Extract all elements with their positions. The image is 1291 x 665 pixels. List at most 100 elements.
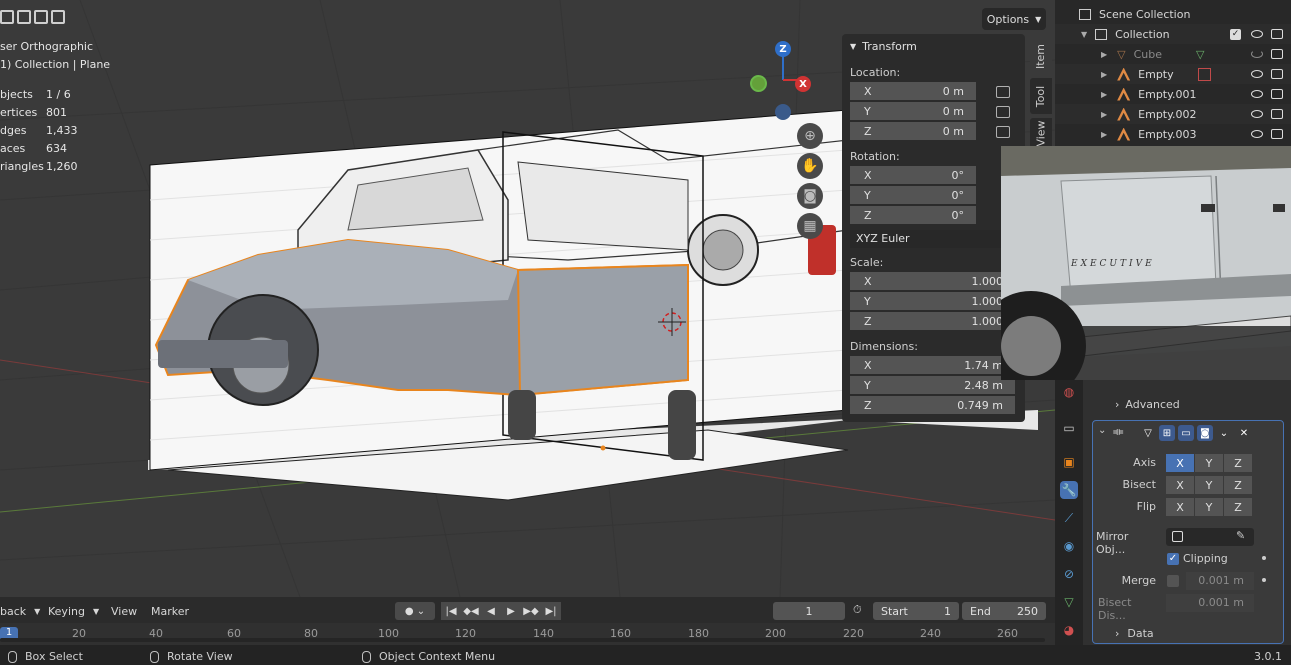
bisect-y-toggle[interactable]: Y [1195,476,1223,494]
gizmo-z-axis[interactable]: Z [775,41,791,57]
keyframe-dot-icon[interactable] [1262,556,1266,560]
lock-icon[interactable] [996,126,1010,138]
camera-icon[interactable] [1271,29,1283,39]
timeline-scrollbar[interactable] [0,638,1045,642]
rotation-y-field[interactable]: Y 0° [850,186,976,204]
lock-icon[interactable] [996,106,1010,118]
eye-closed-icon[interactable] [1251,50,1263,58]
close-icon[interactable]: ✕ [1236,425,1252,441]
tab-item[interactable]: Item [1030,36,1052,76]
scale-z-field[interactable]: Z 1.000 [850,312,1015,330]
constraints-icon[interactable]: ⊘ [1060,565,1078,583]
outliner-item-cube[interactable]: ▶ ▽ Cube ▽ [1055,44,1291,64]
keyframe-dot-icon[interactable] [1262,578,1266,582]
edit-mode-icon[interactable]: ▽ [1140,425,1156,441]
eye-icon[interactable] [1251,110,1263,118]
axis-x-toggle[interactable]: X [1166,454,1194,472]
chevron-down-icon[interactable]: ⌄ [1098,425,1106,436]
location-x-field[interactable]: X0 m [850,82,976,100]
bisect-z-toggle[interactable]: Z [1224,476,1252,494]
camera-icon[interactable] [1271,129,1283,139]
scale-y-field[interactable]: Y 1.000 [850,292,1015,310]
prev-keyframe-icon[interactable]: ◆◀ [461,602,481,620]
flip-z-toggle[interactable]: Z [1224,498,1252,516]
gizmo-z-negative[interactable] [775,104,791,120]
viewport-display-icon[interactable]: ▭ [1178,425,1194,441]
eye-icon[interactable] [1251,90,1263,98]
chevron-right-icon[interactable]: ▶ [1101,50,1107,59]
bisect-distance-field[interactable]: 0.001 m [1166,594,1254,612]
object-icon[interactable]: ▣ [1060,453,1078,471]
camera-icon[interactable] [1271,89,1283,99]
select-subtract-icon[interactable] [34,10,48,24]
stopwatch-icon[interactable]: ⏱ [853,603,862,617]
axis-z-toggle[interactable]: Z [1224,454,1252,472]
collection-icon[interactable]: ▭ [1060,419,1078,437]
dimensions-z-field[interactable]: Z 0.749 m [850,396,1015,414]
outliner-item-empty-003[interactable]: ▶ Empty.003 [1055,124,1291,144]
world-icon[interactable]: ◍ [1060,383,1078,401]
chevron-down-icon[interactable]: ▼ [1081,30,1087,39]
gizmo-y-negative[interactable] [750,75,767,92]
location-y-field[interactable]: Y0 m [850,102,976,120]
outliner-item-empty-002[interactable]: ▶ Empty.002 [1055,104,1291,124]
outliner-item-empty-001[interactable]: ▶ Empty.001 [1055,84,1291,104]
physics-icon[interactable]: ◉ [1060,537,1078,555]
merge-checkbox[interactable] [1167,575,1179,587]
merge-distance-field[interactable]: 0.001 m [1186,572,1254,590]
checkbox-icon[interactable]: ✓ [1230,28,1241,40]
next-keyframe-icon[interactable]: ▶◆ [521,602,541,620]
jump-end-icon[interactable]: ▶| [541,602,561,620]
data-section[interactable]: › Data [1115,627,1154,640]
flip-x-toggle[interactable]: X [1166,498,1194,516]
select-mode-icons[interactable] [0,10,65,24]
record-toggle[interactable]: ● ⌄ [395,602,435,620]
chevron-right-icon[interactable]: ▶ [1101,110,1107,119]
chevron-right-icon[interactable]: ▶ [1101,130,1107,139]
render-icon[interactable]: ◙ [1197,425,1213,441]
camera-view-icon[interactable]: ◙ [797,183,823,209]
collection-row[interactable]: ▼ Collection ✓ [1055,24,1291,44]
jump-start-icon[interactable]: |◀ [441,602,461,620]
current-frame-field[interactable]: 1 [773,602,845,620]
eye-icon[interactable] [1251,30,1263,38]
options-dropdown[interactable]: Options ▼ [982,8,1046,30]
flip-y-toggle[interactable]: Y [1195,498,1223,516]
location-z-field[interactable]: Z0 m [850,122,976,140]
data-icon[interactable]: ▽ [1060,593,1078,611]
dimensions-y-field[interactable]: Y 2.48 m [850,376,1015,394]
keying-menu[interactable]: Keying ▼ [48,603,99,620]
lock-icon[interactable] [996,86,1010,98]
camera-icon[interactable] [1271,49,1283,59]
scale-x-field[interactable]: X 1.000 [850,272,1015,290]
cage-icon[interactable]: ⊞ [1159,425,1175,441]
rotation-mode-select[interactable]: XYZ Euler [850,230,1015,248]
eyedropper-icon[interactable]: ✎ [1236,529,1245,542]
chevron-down-icon[interactable]: ⌄ [1216,425,1232,441]
tab-view[interactable]: View [1030,118,1052,148]
clipping-checkbox[interactable]: ✓ [1167,553,1179,565]
bisect-x-toggle[interactable]: X [1166,476,1194,494]
tab-tool[interactable]: Tool [1030,78,1052,114]
outliner-item-empty[interactable]: ▶ Empty [1055,64,1291,84]
mirror-object-field[interactable]: ✎ [1166,528,1254,546]
chevron-right-icon[interactable]: ▶ [1101,70,1107,79]
advanced-section[interactable]: › Advanced [1115,398,1180,411]
select-intersect-icon[interactable] [51,10,65,24]
axis-y-toggle[interactable]: Y [1195,454,1223,472]
start-frame-field[interactable]: Start 1 [873,602,959,620]
transform-header[interactable]: ▼ Transform [842,34,1025,58]
play-icon[interactable]: ▶ [501,602,521,620]
eye-icon[interactable] [1251,70,1263,78]
rotation-z-field[interactable]: Z 0° [850,206,976,224]
particles-icon[interactable]: ⟋ [1060,509,1078,527]
dimensions-x-field[interactable]: X 1.74 m [850,356,1015,374]
select-extend-icon[interactable] [17,10,31,24]
scene-collection-row[interactable]: Scene Collection [1055,4,1291,24]
camera-icon[interactable] [1271,109,1283,119]
playback-menu[interactable]: back ▼ [0,603,40,620]
camera-icon[interactable] [1271,69,1283,79]
pan-hand-icon[interactable]: ✋ [797,153,823,179]
end-frame-field[interactable]: End 250 [962,602,1046,620]
material-icon[interactable]: ◕ [1060,621,1078,639]
